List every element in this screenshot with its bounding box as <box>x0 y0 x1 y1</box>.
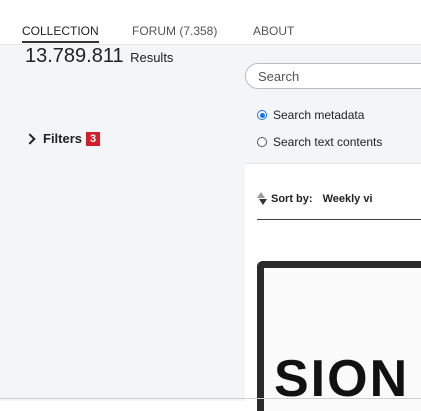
filters-count-badge: 3 <box>86 131 101 146</box>
chevron-right-icon <box>24 132 36 145</box>
top-navigation: COLLECTION FORUM (7.358) ABOUT <box>0 0 421 45</box>
sort-value[interactable]: Weekly vi <box>323 193 373 205</box>
sidebar <box>0 45 245 401</box>
tab-collection[interactable]: COLLECTION <box>22 24 99 43</box>
radio-selected-icon[interactable] <box>257 110 267 120</box>
search-metadata-option[interactable]: Search metadata <box>257 108 364 122</box>
sort-label: Sort by: <box>271 193 313 205</box>
tab-about[interactable]: ABOUT <box>253 24 294 38</box>
search-input[interactable] <box>245 63 421 89</box>
results-count: 13.789.811 <box>25 45 124 67</box>
results-label: Results <box>130 50 174 65</box>
sort-control[interactable]: Sort by: Weekly vi <box>257 192 373 206</box>
sort-icon <box>257 192 267 206</box>
results-summary: 13.789.811 Results <box>25 45 173 68</box>
filters-toggle[interactable]: Filters 3 <box>24 131 101 146</box>
sort-divider <box>257 219 421 220</box>
bottom-divider <box>0 398 421 399</box>
search-text-contents-option[interactable]: Search text contents <box>257 135 382 149</box>
radio-unselected-icon[interactable] <box>257 137 267 147</box>
tab-forum[interactable]: FORUM (7.358) <box>132 24 217 38</box>
search-text-contents-label: Search text contents <box>273 135 383 149</box>
search-metadata-label: Search metadata <box>273 108 365 122</box>
filters-label: Filters <box>43 131 83 146</box>
result-thumbnail[interactable]: SION <box>257 261 421 411</box>
